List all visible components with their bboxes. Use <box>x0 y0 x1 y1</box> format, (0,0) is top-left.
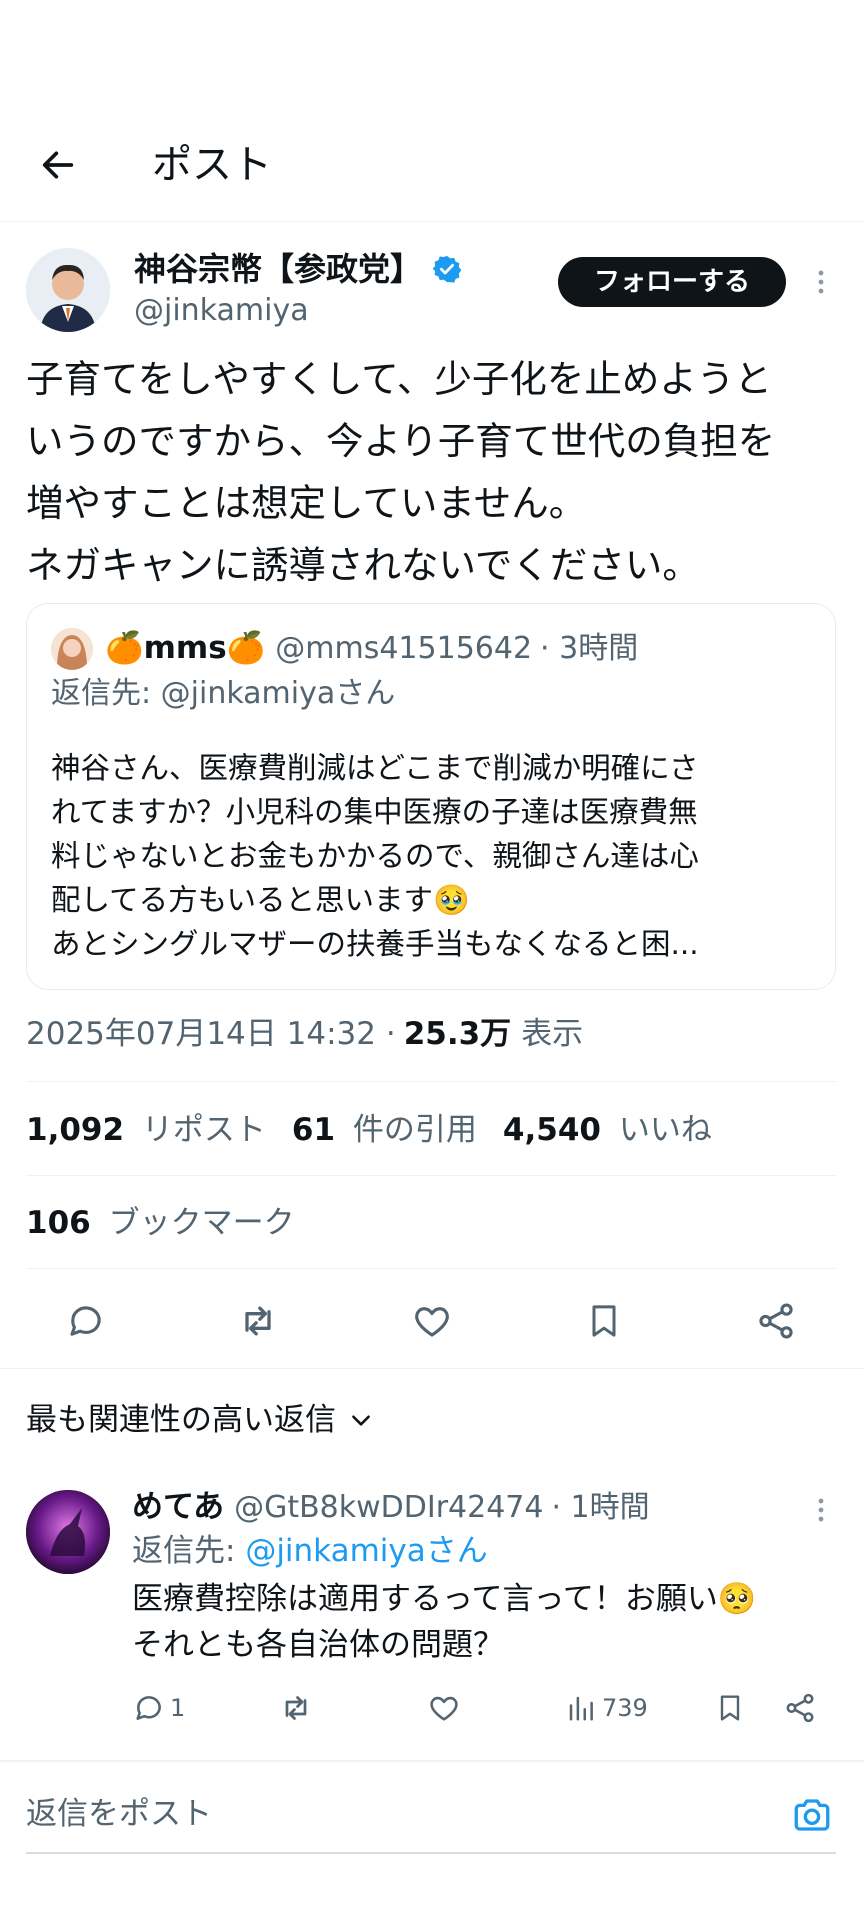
quote-text: 神谷さん、医療費削減はどこまで削減か明確にさ れてますか？小児科の集中医療の子達… <box>51 746 699 966</box>
bookmarks-count: 106 <box>26 1205 91 1241</box>
arrow-left-icon <box>42 151 74 179</box>
post-text-line: 増やすことは想定していません。 <box>26 481 587 525</box>
quotes-stat[interactable]: 61 件の引用 <box>292 1106 477 1154</box>
reply-reply-button[interactable]: 1 <box>132 1688 185 1728</box>
chevron-down-icon <box>348 1407 374 1433</box>
likes-label: いいね <box>618 1112 712 1148</box>
verified-badge-icon <box>432 254 462 284</box>
composer-underline <box>26 1852 836 1854</box>
bookmark-icon <box>720 1695 740 1721</box>
views-count: 25.3万 <box>403 1016 512 1052</box>
reply-repost-button[interactable] <box>276 1688 316 1728</box>
share-icon <box>759 1303 793 1339</box>
reply-author-name[interactable]: めてあ <box>132 1483 224 1531</box>
reposts-label: リポスト <box>141 1112 266 1148</box>
reply-avatar[interactable] <box>26 1490 110 1574</box>
reply-like-button[interactable] <box>424 1688 464 1728</box>
engagement-stats: 1,092 リポスト 61 件の引用 4,540 いいね <box>26 1106 712 1154</box>
follow-button[interactable]: フォローする <box>558 257 786 307</box>
post-timestamp[interactable]: 2025年07月14日 14:32 · <box>26 1010 396 1058</box>
quote-reply-to: 返信先: @jinkamiyaさん <box>51 676 396 711</box>
replies-sort-dropdown[interactable]: 最も関連性の高い返信 <box>26 1396 374 1444</box>
reply-time: · 1時間 <box>551 1490 650 1525</box>
reply-to-prefix: 返信先: <box>132 1533 246 1569</box>
divider <box>26 1175 836 1176</box>
likes-count: 4,540 <box>502 1112 601 1148</box>
reply-icon <box>136 1696 161 1720</box>
reposts-count: 1,092 <box>26 1112 125 1148</box>
quote-text-line: れてますか？小児科の集中医療の子達は医療費無 <box>51 795 698 829</box>
repost-button[interactable] <box>228 1294 288 1348</box>
divider <box>26 1081 836 1082</box>
quote-time: · 3時間 <box>540 631 639 666</box>
reply-bookmark-button[interactable] <box>710 1688 750 1728</box>
share-button[interactable] <box>746 1294 806 1348</box>
reply-views-button[interactable]: 739 <box>566 1688 648 1728</box>
camera-button[interactable] <box>786 1790 838 1840</box>
more-vertical-icon <box>818 1498 824 1522</box>
quote-text-line: あとシングルマザーの扶養手当もなくなると困... <box>51 927 699 961</box>
reposts-stat[interactable]: 1,092 リポスト <box>26 1106 266 1154</box>
reply-author-handle[interactable]: @GtB8kwDDIr42474 <box>234 1484 543 1532</box>
likes-stat[interactable]: 4,540 いいね <box>503 1106 712 1154</box>
post-text: 子育てをしやすくして、少子化を止めようと いうのですから、今より子育て世代の負担… <box>26 348 846 596</box>
quote-author-handle: @mms41515642 <box>275 631 533 666</box>
author-name[interactable]: 神谷宗幣【参政党】 <box>134 248 462 290</box>
divider <box>0 1368 864 1369</box>
reply-composer-input[interactable]: 返信をポスト <box>26 1790 726 1838</box>
bookmarks-stat[interactable]: 106 ブックマーク <box>26 1199 295 1247</box>
reply-more-options-button[interactable] <box>808 1490 834 1530</box>
heart-icon <box>415 1307 449 1337</box>
reply-text-line: 医療費控除は適用するって言って！お願い🥺 <box>132 1581 757 1617</box>
reply-views-count: 739 <box>602 1694 648 1722</box>
reply-text: 医療費控除は適用するって言って！お願い🥺 それとも各自治体の問題？ <box>132 1576 757 1668</box>
page-title: ポスト <box>152 142 272 188</box>
reply-to-line: 返信先: @jinkamiyaさん <box>132 1528 488 1574</box>
reply-button[interactable] <box>56 1294 116 1348</box>
analytics-icon <box>569 1696 593 1721</box>
quote-author-name: 🍊mms🍊 <box>105 630 266 666</box>
divider <box>26 1268 836 1269</box>
bookmark-icon <box>592 1305 616 1337</box>
reply-reply-count: 1 <box>170 1694 186 1722</box>
composer-divider <box>0 1760 864 1762</box>
author-avatar[interactable] <box>26 248 110 332</box>
reply-share-button[interactable] <box>780 1688 820 1728</box>
like-button[interactable] <box>402 1294 462 1348</box>
quote-text-line: 神谷さん、医療費削減はどこまで削減か明確にさ <box>51 751 699 785</box>
quotes-label: 件の引用 <box>352 1112 477 1148</box>
repost-icon <box>245 1306 271 1336</box>
camera-icon <box>794 1799 830 1831</box>
views-label: 表示 <box>521 1016 584 1052</box>
more-options-button[interactable] <box>806 262 836 302</box>
quotes-count: 61 <box>291 1112 336 1148</box>
quoted-post[interactable]: 🍊mms🍊 @mms41515642 · 3時間 返信先: @jinkamiya… <box>26 603 836 990</box>
quote-avatar <box>51 628 93 670</box>
post-text-line: いうのですから、今より子育て世代の負担を <box>26 419 776 463</box>
author-handle[interactable]: @jinkamiya <box>134 291 309 331</box>
repost-icon <box>285 1696 307 1720</box>
quote-text-line: 配してる方もいると思います🥹 <box>51 883 470 917</box>
reply-text-line: それとも各自治体の問題？ <box>132 1627 504 1663</box>
post-text-line: 子育てをしやすくして、少子化を止めようと <box>26 357 772 401</box>
header-divider <box>0 221 864 222</box>
reply-to-mention[interactable]: @jinkamiyaさん <box>245 1533 487 1569</box>
replies-sort-label: 最も関連性の高い返信 <box>26 1402 336 1438</box>
author-name-text: 神谷宗幣【参政党】 <box>134 250 423 288</box>
post-meta: 2025年07月14日 14:32 · 25.3万 表示 <box>26 1010 583 1058</box>
bookmarks-label: ブックマーク <box>108 1205 295 1241</box>
post-text-line: ネガキャンに誘導されないでください。 <box>26 543 700 587</box>
reply-icon <box>70 1306 101 1336</box>
back-button[interactable] <box>30 140 86 190</box>
share-icon <box>786 1693 814 1723</box>
bookmark-button[interactable] <box>574 1294 634 1348</box>
heart-icon <box>430 1696 458 1721</box>
more-vertical-icon <box>818 270 824 294</box>
reply-header: めてあ @GtB8kwDDIr42474 · 1時間 <box>132 1483 650 1532</box>
quote-text-line: 料じゃないとお金もかかるので、親御さん達は心 <box>51 839 699 873</box>
